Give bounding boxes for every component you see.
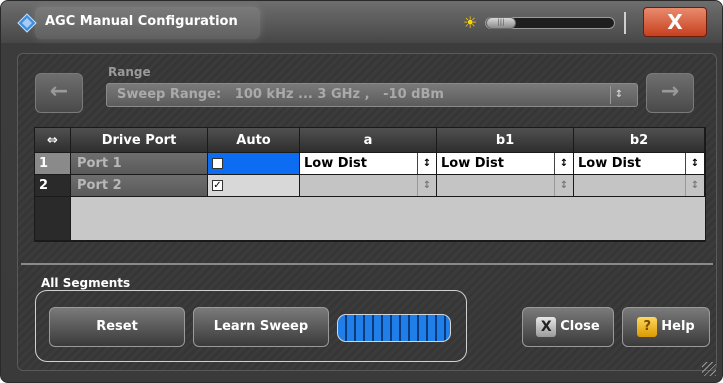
title-bar: AGC Manual Configuration ☀ ||| X: [1, 1, 722, 43]
header-a: a: [300, 128, 437, 153]
row-number[interactable]: 2: [35, 175, 71, 197]
close-button-label: Close: [560, 319, 600, 334]
table-cell-drive-port: Port 1: [71, 153, 208, 175]
arrow-left-icon: ←: [49, 79, 69, 104]
slider-divider: [624, 12, 626, 34]
auto-checkbox-checked[interactable]: ✓: [212, 180, 223, 191]
spin-arrows-icon[interactable]: ↕: [417, 153, 436, 174]
auto-checkbox-cell[interactable]: [208, 153, 300, 175]
range-next-button[interactable]: →: [646, 73, 694, 113]
app-diamond-icon: [17, 13, 37, 33]
reset-button[interactable]: Reset: [49, 307, 185, 347]
window-title: AGC Manual Configuration: [45, 14, 238, 29]
spin-arrows-icon: ↕: [417, 175, 436, 196]
section-divider: [21, 263, 713, 265]
range-prev-button[interactable]: ←: [35, 73, 83, 113]
arrow-right-icon: →: [660, 79, 680, 104]
range-value: Sweep Range: 100 kHz ... 3 GHz , -10 dBm: [117, 87, 444, 102]
table-corner-resize-icon[interactable]: ⇔: [35, 128, 71, 153]
help-question-icon: ?: [637, 316, 658, 337]
brightness-slider[interactable]: |||: [485, 17, 615, 29]
table-cell-drive-port: Port 2: [71, 175, 208, 197]
resize-grip-icon[interactable]: [702, 362, 716, 376]
header-auto: Auto: [208, 128, 300, 153]
select-b1-value: Low Dist: [441, 156, 504, 171]
select-b2[interactable]: Low Dist ↕: [574, 153, 705, 175]
row-header-empty: [35, 197, 71, 241]
select-a-disabled: ↕: [300, 175, 437, 197]
spin-arrows-icon: ↕: [554, 175, 573, 196]
select-b1-disabled: ↕: [437, 175, 574, 197]
header-b1: b1: [437, 128, 574, 153]
brightness-slider-thumb[interactable]: |||: [486, 17, 516, 29]
help-button-label: Help: [661, 319, 695, 334]
header-b2: b2: [574, 128, 705, 153]
range-label: Range: [108, 65, 151, 79]
agc-table: ⇔ Drive Port Auto a b1 b2 1 Port 1 Low D…: [34, 127, 706, 242]
learn-progress-fill: [338, 315, 450, 341]
spin-arrows-icon: ↕: [685, 175, 704, 196]
range-spin-icon[interactable]: ↕: [610, 86, 627, 104]
learn-sweep-button[interactable]: Learn Sweep: [193, 307, 329, 347]
select-b1[interactable]: Low Dist ↕: [437, 153, 574, 175]
select-b2-disabled: ↕: [574, 175, 705, 197]
close-button[interactable]: X Close: [522, 307, 614, 347]
brightness-sun-icon: ☀: [463, 13, 478, 32]
select-b2-value: Low Dist: [578, 156, 641, 171]
select-a[interactable]: Low Dist ↕: [300, 153, 437, 175]
help-button[interactable]: ? Help: [622, 307, 710, 347]
select-a-value: Low Dist: [304, 156, 367, 171]
header-drive-port: Drive Port: [71, 128, 208, 153]
spin-arrows-icon[interactable]: ↕: [554, 153, 573, 174]
auto-checkbox-unchecked[interactable]: [212, 158, 223, 169]
spin-arrows-icon[interactable]: ↕: [685, 153, 704, 174]
agc-dialog-window: AGC Manual Configuration ☀ ||| X ← Range…: [0, 0, 723, 383]
close-x-icon: X: [536, 316, 557, 337]
learn-progress-bar: [337, 314, 451, 342]
auto-checkbox-cell[interactable]: ✓: [208, 175, 300, 197]
table-empty-area: [71, 197, 705, 241]
range-select[interactable]: Sweep Range: 100 kHz ... 3 GHz , -10 dBm…: [106, 83, 638, 107]
all-segments-label: All Segments: [41, 276, 131, 290]
window-close-button[interactable]: X: [643, 7, 707, 37]
row-number[interactable]: 1: [35, 153, 71, 175]
